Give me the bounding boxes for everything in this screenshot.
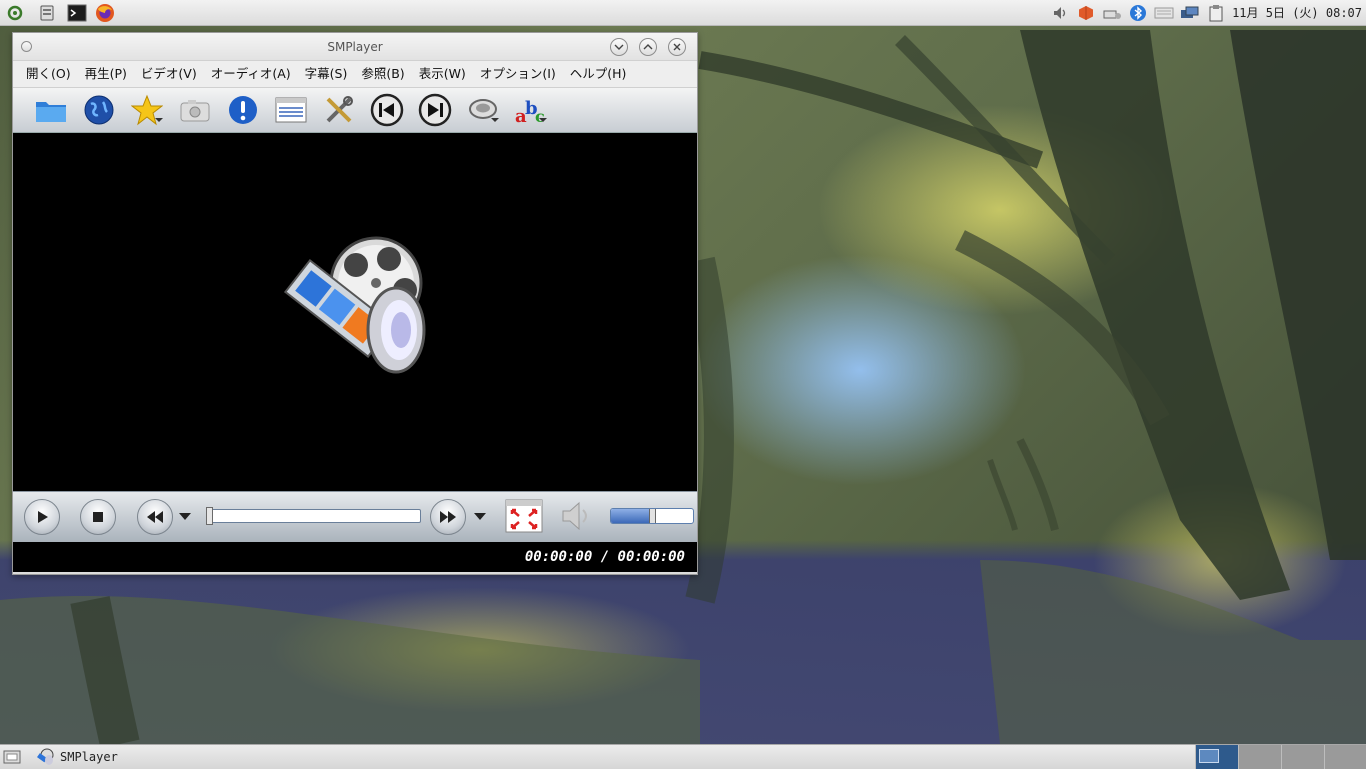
menu-options[interactable]: オプション(I) [473,61,563,87]
dropdown-arrow-icon [539,118,547,122]
workspace-3[interactable] [1281,745,1324,769]
svg-text:c: c [535,107,545,126]
mute-button[interactable] [559,500,595,532]
rewind-dropdown-icon[interactable] [179,513,191,520]
smplayer-window: SMPlayer 開く(O) 再生(P) ビデオ(V) オーディオ(A) 字幕(… [12,32,698,575]
network-icon[interactable] [1102,3,1122,23]
speaker-icon [562,501,587,531]
file-manager-icon[interactable] [36,2,58,24]
menu-open[interactable]: 開く(O) [19,61,78,87]
dropdown-arrow-icon [155,118,163,122]
smplayer-logo [283,236,426,374]
menubar: 開く(O) 再生(P) ビデオ(V) オーディオ(A) 字幕(S) 参照(B) … [13,61,697,87]
previous-button[interactable] [363,90,411,130]
main-menu-icon[interactable] [4,2,26,24]
screenshot-camera-icon [180,100,210,122]
info-icon [229,96,257,124]
menu-audio[interactable]: オーディオ(A) [204,61,298,87]
rewind-icon [147,511,163,523]
seek-handle[interactable] [206,507,213,525]
play-button[interactable] [24,499,60,535]
stop-icon [93,512,103,522]
menu-play[interactable]: 再生(P) [78,61,134,87]
workspace-2[interactable] [1238,745,1281,769]
fullscreen-button[interactable] [505,499,543,533]
menu-video[interactable]: ビデオ(V) [134,61,204,87]
control-bar [13,491,697,542]
close-icon [673,43,681,51]
menu-browse[interactable]: 参照(B) [354,61,411,87]
stop-button[interactable] [80,499,116,535]
chevron-down-icon [614,44,624,50]
rewind-button[interactable] [137,499,173,535]
globe-icon [84,95,114,125]
chevron-up-icon [643,44,653,50]
system-tray: 11月 5日 (火) 08:07 [1050,0,1362,25]
subtitle-track-button[interactable]: a b c [507,90,555,130]
preferences-tools-icon [326,96,353,123]
dropdown-arrow-icon [491,118,499,122]
volume-icon[interactable] [1050,3,1070,23]
close-button[interactable] [668,38,686,56]
playlist-button[interactable] [267,90,315,130]
menu-subtitles[interactable]: 字幕(S) [298,61,355,87]
clock[interactable]: 11月 5日 (火) 08:07 [1232,4,1362,21]
video-area[interactable] [13,133,697,491]
smplayer-app-icon [37,748,54,765]
firefox-icon[interactable] [94,2,116,24]
display-icon[interactable] [1180,3,1200,23]
menu-help[interactable]: ヘルプ(H) [563,61,634,87]
audio-track-button[interactable] [459,90,507,130]
volume-handle[interactable] [649,509,656,523]
seek-bar[interactable] [206,507,421,525]
play-icon [38,511,48,523]
bottom-taskbar: SMPlayer [0,744,1366,769]
previous-icon [370,93,404,127]
main-toolbar: a b c [13,87,697,133]
bluetooth-icon[interactable] [1128,3,1148,23]
menu-view[interactable]: 表示(W) [412,61,473,87]
workspace-4[interactable] [1324,745,1366,769]
time-display: 00:00:00 / 00:00:00 [13,542,697,572]
preferences-button[interactable] [315,90,363,130]
workspace-1[interactable] [1195,745,1238,769]
forward-button[interactable] [430,499,466,535]
maximize-button[interactable] [639,38,657,56]
top-panel: 11月 5日 (火) 08:07 [0,0,1366,26]
open-folder-icon [36,102,66,122]
next-button[interactable] [411,90,459,130]
volume-slider[interactable] [610,508,694,524]
minimize-button[interactable] [610,38,628,56]
show-desktop-icon[interactable] [3,748,21,765]
playlist-icon [275,97,307,123]
taskbar-item-label: SMPlayer [60,750,118,764]
terminal-icon[interactable] [66,2,88,24]
open-url-button[interactable] [75,90,123,130]
info-button[interactable] [219,90,267,130]
forward-dropdown-icon[interactable] [474,513,486,520]
fast-forward-icon [440,511,456,523]
open-folder-button[interactable] [27,90,75,130]
package-update-icon[interactable] [1076,3,1096,23]
window-title: SMPlayer [327,40,383,54]
taskbar-item-smplayer[interactable]: SMPlayer [36,747,118,767]
screenshot-button[interactable] [171,90,219,130]
fullscreen-icon [505,499,543,533]
volume-level [611,509,652,523]
clipboard-icon[interactable] [1206,3,1226,23]
favorites-button[interactable] [123,90,171,130]
keyboard-icon[interactable] [1154,3,1174,23]
next-icon [418,93,452,127]
window-titlebar[interactable]: SMPlayer [13,33,697,61]
